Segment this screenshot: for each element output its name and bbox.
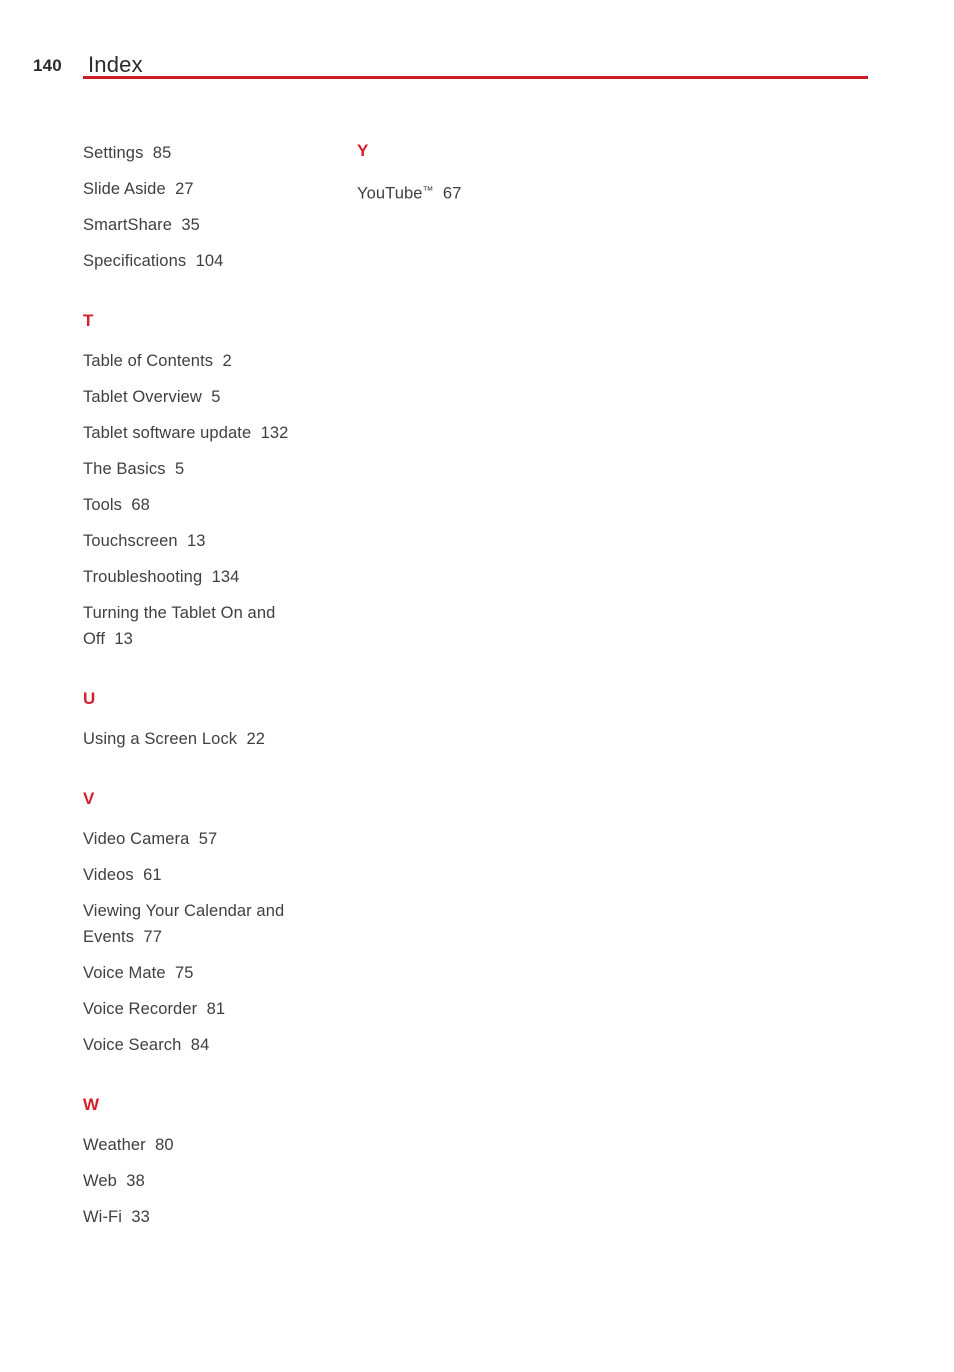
page-header: 140 Index	[0, 0, 954, 90]
index-section-w: W Weather 80 Web 38 Wi-Fi 33	[83, 1094, 343, 1230]
index-section-t: T Table of Contents 2 Tablet Overview 5 Tab…	[83, 310, 343, 652]
index-section-continued: Settings 85 Slide Aside 27 SmartShare 35 Sp…	[83, 140, 343, 274]
page-number: 140	[33, 56, 62, 75]
index-entry[interactable]: YouTube™ 67	[357, 178, 617, 207]
section-letter-heading: Y	[357, 141, 369, 160]
index-entry[interactable]: Table of Contents 2	[83, 348, 343, 374]
index-entry-list: Using a Screen Lock 22	[83, 726, 343, 752]
index-entry[interactable]: Using a Screen Lock 22	[83, 726, 343, 752]
section-letter-heading: W	[83, 1095, 100, 1114]
index-entry[interactable]: Settings 85	[83, 140, 343, 166]
index-entry-list: Video Camera 57 Videos 61 Viewing Your Cal…	[83, 826, 343, 1058]
index-entry[interactable]: Voice Search 84	[83, 1032, 343, 1058]
index-section-v: V Video Camera 57 Videos 61 Viewing Your Ca…	[83, 788, 343, 1058]
index-entry-list: Table of Contents 2 Tablet Overview 5 Tabl…	[83, 348, 343, 652]
index-entry[interactable]: Slide Aside 27	[83, 176, 343, 202]
index-entry[interactable]: Voice Recorder 81	[83, 996, 343, 1022]
index-section-y: Y YouTube™ 67	[357, 140, 617, 207]
section-letter-heading: U	[83, 689, 96, 708]
index-entry[interactable]: Touchscreen 13	[83, 528, 343, 554]
index-entry[interactable]: Wi-Fi 33	[83, 1204, 343, 1230]
index-entry-list: Settings 85 Slide Aside 27 SmartShare 35 Sp…	[83, 140, 343, 274]
index-entry[interactable]: Tablet software update 132	[83, 420, 343, 446]
index-entry[interactable]: Troubleshooting 134	[83, 564, 343, 590]
index-entry[interactable]: SmartShare 35	[83, 212, 343, 238]
index-entry[interactable]: Videos 61	[83, 862, 343, 888]
index-entry-list: YouTube™ 67	[357, 178, 617, 207]
section-letter-heading: V	[83, 789, 95, 808]
index-entry[interactable]: Turning the Tablet On and Off 13	[83, 600, 343, 652]
header-divider-rule	[83, 76, 868, 79]
page-title: Index	[88, 52, 143, 77]
section-letter-heading: T	[83, 311, 94, 330]
index-entry[interactable]: The Basics 5	[83, 456, 343, 482]
index-entry[interactable]: Video Camera 57	[83, 826, 343, 852]
index-entry[interactable]: Weather 80	[83, 1132, 343, 1158]
index-entry[interactable]: Viewing Your Calendar and Events 77	[83, 898, 343, 950]
index-entry-list: Weather 80 Web 38 Wi-Fi 33	[83, 1132, 343, 1230]
trademark-symbol: ™	[422, 185, 434, 197]
index-entry[interactable]: Tools 68	[83, 492, 343, 518]
index-entry[interactable]: Voice Mate 75	[83, 960, 343, 986]
index-entry[interactable]: Specifications 104	[83, 248, 343, 274]
index-column-right: Y YouTube™ 67	[357, 140, 617, 207]
index-column-left: Settings 85 Slide Aside 27 SmartShare 35 Sp…	[83, 140, 343, 1230]
index-section-u: U Using a Screen Lock 22	[83, 688, 343, 752]
index-entry[interactable]: Tablet Overview 5	[83, 384, 343, 410]
index-entry[interactable]: Web 38	[83, 1168, 343, 1194]
